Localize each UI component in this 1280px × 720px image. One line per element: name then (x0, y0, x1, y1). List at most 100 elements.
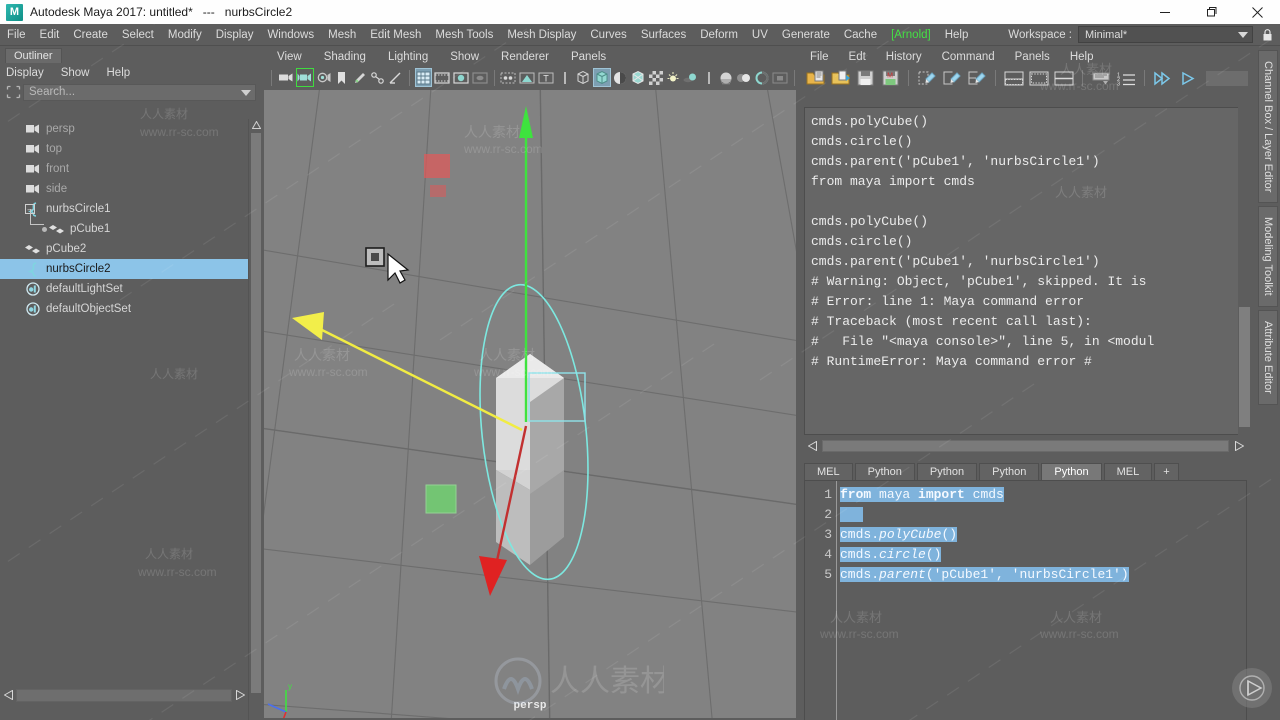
smooth-shade-icon[interactable] (592, 68, 611, 87)
open-script-icon[interactable] (804, 68, 826, 88)
clear-history-icon[interactable] (916, 68, 938, 88)
sidebar-tab-channel-box[interactable]: Channel Box / Layer Editor (1258, 50, 1278, 204)
scroll-up-arrow-icon[interactable] (251, 119, 261, 131)
scroll-right-arrow-icon[interactable] (232, 687, 248, 703)
line-numbers-icon[interactable]: 123 (1115, 68, 1137, 88)
menu-modify[interactable]: Modify (161, 24, 209, 46)
wireframe-icon[interactable] (574, 68, 592, 87)
script-menu-command[interactable]: Command (942, 51, 995, 63)
film-gate-icon[interactable] (433, 68, 451, 87)
save-maya-icon[interactable]: M (879, 68, 901, 88)
menu-windows[interactable]: Windows (260, 24, 321, 46)
maximize-icon[interactable] (1188, 0, 1234, 24)
menu-select[interactable]: Select (115, 24, 161, 46)
camera-attributes-icon[interactable] (315, 68, 333, 87)
screen-space-ao-icon[interactable] (718, 68, 734, 87)
snap-icon[interactable] (387, 68, 404, 87)
camera-lock-icon[interactable] (295, 68, 314, 87)
script-menu-help[interactable]: Help (1070, 51, 1094, 63)
outliner-menu-display[interactable]: Display (6, 67, 53, 79)
script-tab-3-python[interactable]: Python (979, 463, 1040, 480)
xray-icon[interactable] (518, 68, 536, 87)
save-script-icon[interactable] (829, 68, 851, 88)
viewport-menu-show[interactable]: Show (450, 51, 479, 63)
menu-mesh-display[interactable]: Mesh Display (500, 24, 583, 46)
script-tab-6-add[interactable]: + (1154, 463, 1179, 480)
search-input[interactable]: Search... (23, 83, 256, 101)
ik-handle-icon[interactable] (369, 68, 386, 87)
code-line[interactable] (840, 505, 1246, 525)
outliner-item-persp[interactable]: persp (0, 119, 248, 139)
save-icon[interactable] (854, 68, 876, 88)
script-output-area[interactable]: cmds.polyCube() cmds.circle() cmds.parent(… (804, 107, 1247, 435)
menu-uv[interactable]: UV (745, 24, 775, 46)
script-menu-panels[interactable]: Panels (1015, 51, 1050, 63)
play-icon[interactable] (1232, 668, 1272, 708)
script-input-area[interactable]: 1 2 3 4 5 from maya import cmds cmds.polyCub… (804, 480, 1247, 720)
outliner-vertical-scrollbar[interactable] (248, 119, 262, 720)
viewport-menu-shading[interactable]: Shading (324, 51, 366, 63)
outliner-item-top[interactable]: top (0, 139, 248, 159)
close-icon[interactable] (1234, 0, 1280, 24)
script-menu-edit[interactable]: Edt (849, 51, 866, 63)
lock-icon[interactable] (1258, 25, 1276, 45)
menu-mesh[interactable]: Mesh (321, 24, 363, 46)
sidebar-tab-attribute-editor[interactable]: Attribute Editor (1258, 310, 1278, 405)
menu-deform[interactable]: Deform (693, 24, 745, 46)
menu-help[interactable]: Help (938, 24, 976, 46)
outliner-item-side[interactable]: side (0, 179, 248, 199)
script-editor-tab-bar[interactable]: MEL Python Python Python Python MEL + (804, 461, 1251, 480)
output-vertical-scrollbar[interactable] (1238, 107, 1251, 435)
isolate-select-icon[interactable] (771, 68, 789, 87)
light-icon[interactable] (665, 68, 681, 87)
outliner-item-defaultLightSet[interactable]: defaultLightSet (0, 279, 248, 299)
shaded-wireframe-icon[interactable] (629, 68, 647, 87)
outliner-menu-help[interactable]: Help (107, 67, 140, 79)
outliner-menu-show[interactable]: Show (61, 67, 99, 79)
minimize-icon[interactable] (1142, 0, 1188, 24)
scroll-left-arrow-icon[interactable] (0, 687, 16, 703)
multisample-icon[interactable] (754, 68, 770, 87)
outliner-tab[interactable]: Outliner (5, 48, 62, 63)
code-line[interactable]: cmds.parent('pCube1', 'nurbsCircle1') (840, 565, 1246, 585)
viewport-3d-canvas[interactable]: y z x persp 人人素材 www.rr-sc.com 人人素材 www.… (264, 90, 796, 718)
hardware-texture-icon[interactable] (648, 68, 664, 87)
gate-mask-icon[interactable] (471, 68, 489, 87)
bookmark-icon[interactable] (334, 68, 350, 87)
menu-surfaces[interactable]: Surfaces (634, 24, 693, 46)
flat-shade-icon[interactable] (612, 68, 628, 87)
xray-joints-icon[interactable] (499, 68, 517, 87)
light-toggle-icon[interactable] (556, 68, 572, 87)
camera-select-icon[interactable] (277, 68, 295, 87)
resolution-gate-icon[interactable] (452, 68, 470, 87)
code-line[interactable]: cmds.polyCube() (840, 525, 1246, 545)
execute-all-icon[interactable] (1152, 68, 1174, 88)
show-output-icon[interactable] (1090, 68, 1112, 88)
clear-input-icon[interactable] (941, 68, 963, 88)
menu-cache[interactable]: Cache (837, 24, 884, 46)
toolbar-field[interactable] (1206, 70, 1248, 86)
viewport-menu-panels[interactable]: Panels (571, 51, 606, 63)
code-line[interactable]: from maya import cmds (840, 485, 1246, 505)
output-horizontal-scrollbar[interactable] (804, 437, 1247, 454)
outliner-item-pCube2[interactable]: pCube2 (0, 239, 248, 259)
outliner-item-defaultObjectSet[interactable]: defaultObjectSet (0, 299, 248, 319)
motion-blur-icon[interactable] (735, 68, 753, 87)
scroll-left-arrow-icon[interactable] (804, 438, 820, 454)
workspace-dropdown[interactable]: Minimal* (1078, 26, 1253, 43)
script-input-code[interactable]: from maya import cmds cmds.polyCube() cmd… (837, 481, 1246, 720)
chevron-down-icon[interactable] (241, 89, 251, 96)
menu-create[interactable]: Create (66, 24, 115, 46)
paint-icon[interactable] (351, 68, 368, 87)
viewport-menu-lighting[interactable]: Lighting (388, 51, 428, 63)
menu-display[interactable]: Display (209, 24, 261, 46)
execute-icon[interactable] (1177, 68, 1199, 88)
menu-curves[interactable]: Curves (583, 24, 633, 46)
layout-single-icon[interactable] (1028, 68, 1050, 88)
shadows-icon[interactable] (682, 68, 700, 87)
menu-arnold[interactable]: [Arnold] (884, 24, 938, 46)
sidebar-tab-modeling-toolkit[interactable]: Modeling Toolkit (1258, 206, 1278, 308)
menu-generate[interactable]: Generate (775, 24, 837, 46)
menu-mesh-tools[interactable]: Mesh Tools (428, 24, 500, 46)
viewport-menu-view[interactable]: View (277, 51, 302, 63)
